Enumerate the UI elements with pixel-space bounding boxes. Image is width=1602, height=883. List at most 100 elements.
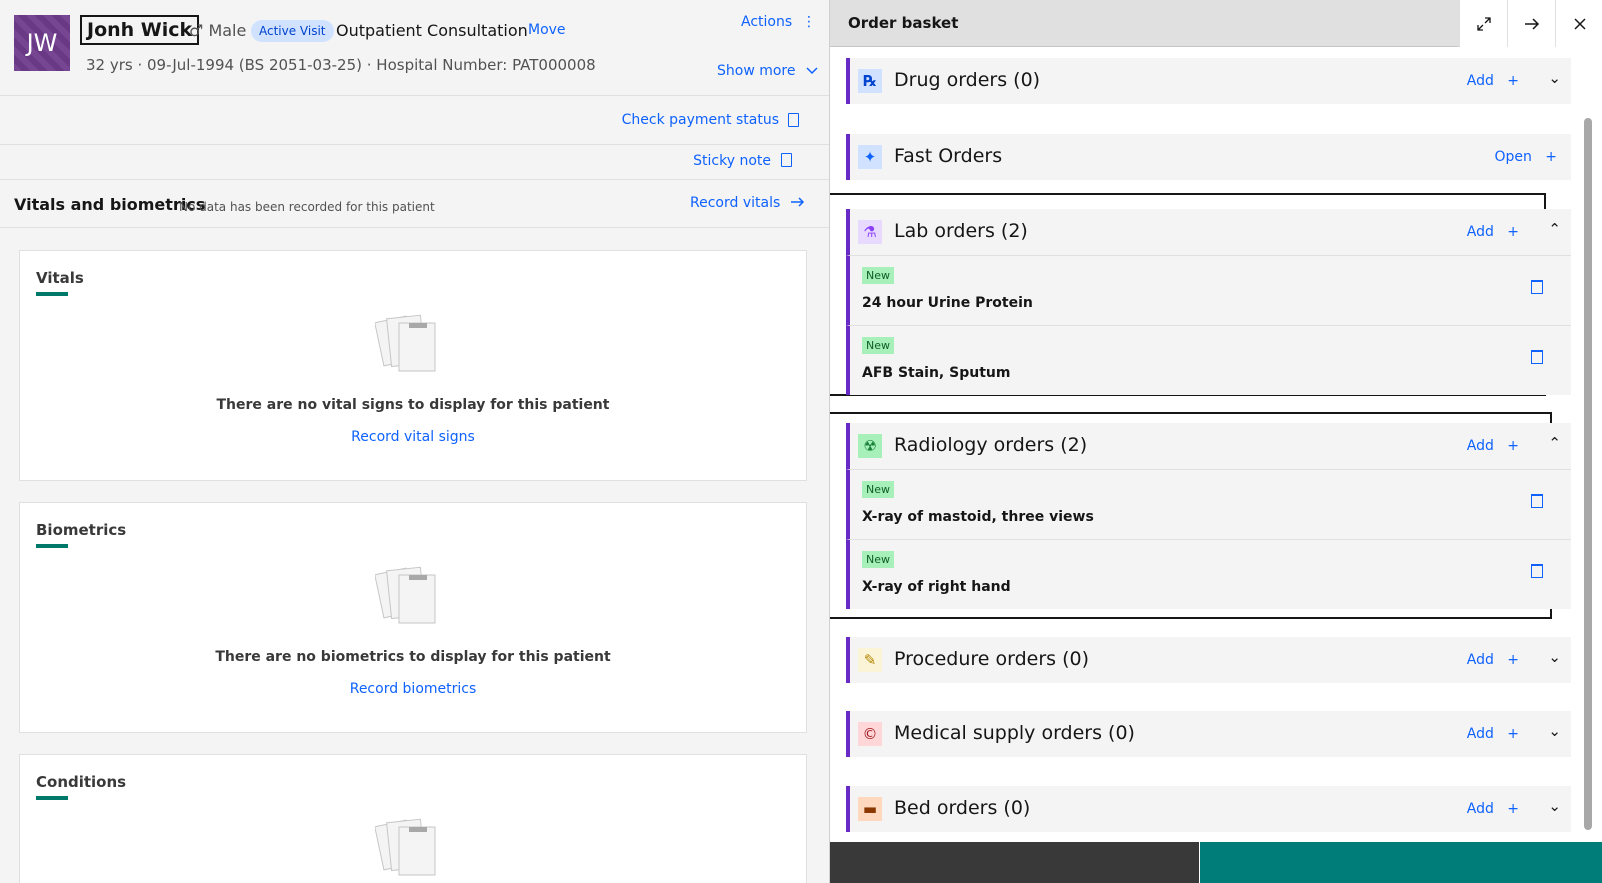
hide-panel-button[interactable] <box>1507 0 1555 47</box>
payment-row: Check payment status <box>0 96 829 145</box>
clipboard-empty-icon <box>375 818 436 876</box>
sticky-note-link[interactable]: Sticky note <box>693 153 771 169</box>
list-item[interactable]: New 24 hour Urine Protein <box>846 255 1571 325</box>
chevron-up-icon[interactable]: ⌃ <box>1548 220 1561 238</box>
overflow-menu-icon[interactable]: ⋮ <box>802 14 816 30</box>
patient-banner: JW Jonh Wick ♂ Male Active Visit Outpati… <box>0 0 829 96</box>
actions-button[interactable]: Actions <box>741 14 792 30</box>
move-link[interactable]: Move <box>528 22 566 38</box>
plus-icon: + <box>1507 726 1519 742</box>
scrollbar-thumb[interactable] <box>1584 118 1592 830</box>
radiology-orders-section[interactable]: ☢ Radiology orders (2) Add + ⌃ <box>846 423 1571 469</box>
order-basket-title: Order basket <box>848 14 959 32</box>
open-fast-orders-button[interactable]: Open + <box>1495 149 1558 165</box>
show-more-button[interactable]: Show more <box>717 63 818 79</box>
lab-orders-section[interactable]: ⚗ Lab orders (2) Add + ⌃ <box>846 209 1571 255</box>
sign-and-close-button[interactable] <box>1200 842 1602 883</box>
add-bed-order-button[interactable]: Add + <box>1467 801 1519 817</box>
open-label: Open <box>1494 149 1532 165</box>
add-radiology-order-button[interactable]: Add + <box>1467 438 1519 454</box>
chevron-down-icon[interactable]: ⌄ <box>1548 722 1561 740</box>
flask-icon: ⚗ <box>858 220 882 244</box>
receipt-icon[interactable] <box>788 113 799 127</box>
visit-type: Outpatient Consultation <box>336 21 528 40</box>
close-button[interactable] <box>1555 0 1602 47</box>
add-lab-order-button[interactable]: Add + <box>1467 224 1519 240</box>
title-underline <box>36 544 68 548</box>
vitals-header: Vitals and biometrics No data has been r… <box>0 180 829 228</box>
plus-icon: + <box>1507 224 1519 240</box>
chevron-down-icon[interactable]: ⌄ <box>1548 797 1561 815</box>
arrow-right-icon <box>1524 17 1539 30</box>
record-vital-signs-link[interactable]: Record vital signs <box>20 429 806 445</box>
rx-icon: ℞ <box>858 69 882 93</box>
bottle-icon: © <box>858 722 882 746</box>
new-badge: New <box>862 481 894 498</box>
patient-name[interactable]: Jonh Wick <box>80 15 200 45</box>
pin-icon: ✦ <box>858 145 882 169</box>
order-name: X-ray of mastoid, three views <box>862 509 1094 525</box>
section-title: Procedure orders (0) <box>894 648 1090 670</box>
vitals-header-title: Vitals and biometrics <box>14 195 206 214</box>
add-label: Add <box>1466 801 1494 817</box>
document-icon[interactable] <box>781 153 792 167</box>
vitals-card-title: Vitals <box>36 269 84 287</box>
add-label: Add <box>1466 726 1494 742</box>
gender-label: ♂ Male <box>189 21 246 40</box>
biometrics-empty-text: There are no biometrics to display for t… <box>215 649 611 665</box>
medical-supply-orders-section[interactable]: © Medical supply orders (0) Add + ⌄ <box>846 711 1571 757</box>
chevron-down-icon[interactable]: ⌄ <box>1548 648 1561 666</box>
trash-icon[interactable] <box>1531 494 1543 508</box>
add-drug-order-button[interactable]: Add + <box>1467 73 1519 89</box>
plus-icon: + <box>1507 73 1519 89</box>
cancel-button[interactable] <box>830 842 1199 883</box>
patient-demographics: 32 yrs · 09-Jul-1994 (BS 2051-03-25) · H… <box>86 56 596 74</box>
section-title: Medical supply orders (0) <box>894 722 1135 744</box>
chevron-down-icon[interactable]: ⌄ <box>1548 69 1561 87</box>
new-badge: New <box>862 337 894 354</box>
record-biometrics-link[interactable]: Record biometrics <box>20 681 806 697</box>
patient-chart-pane: JW Jonh Wick ♂ Male Active Visit Outpati… <box>0 0 829 883</box>
add-supply-order-button[interactable]: Add + <box>1467 726 1519 742</box>
drug-orders-section[interactable]: ℞ Drug orders (0) Add + ⌄ <box>846 58 1571 104</box>
add-procedure-order-button[interactable]: Add + <box>1467 652 1519 668</box>
maximize-icon <box>1476 16 1491 31</box>
fast-orders-section[interactable]: ✦ Fast Orders Open + <box>846 134 1571 180</box>
bed-icon: ▬ <box>858 797 882 821</box>
plus-icon: + <box>1507 438 1519 454</box>
biometrics-card-title: Biometrics <box>36 521 127 539</box>
chevron-up-icon[interactable]: ⌃ <box>1548 434 1561 452</box>
bed-orders-section[interactable]: ▬ Bed orders (0) Add + ⌄ <box>846 786 1571 832</box>
maximize-button[interactable] <box>1459 0 1507 47</box>
section-title: Lab orders (2) <box>894 220 1028 242</box>
record-vitals-link[interactable]: Record vitals <box>690 195 805 211</box>
procedure-orders-section[interactable]: ✎ Procedure orders (0) Add + ⌄ <box>846 637 1571 683</box>
section-title: Fast Orders <box>894 145 1003 167</box>
order-basket-header: Order basket <box>830 0 1602 47</box>
list-item[interactable]: New AFB Stain, Sputum <box>846 325 1571 395</box>
new-badge: New <box>862 551 894 568</box>
plus-icon: + <box>1507 652 1519 668</box>
section-title: Drug orders (0) <box>894 69 1041 91</box>
title-underline <box>36 796 68 800</box>
close-icon <box>1573 17 1586 30</box>
clipboard-empty-icon <box>375 314 436 372</box>
trash-icon[interactable] <box>1531 350 1543 364</box>
check-payment-status-link[interactable]: Check payment status <box>622 112 779 128</box>
gender-text: Male <box>208 21 247 40</box>
order-name: AFB Stain, Sputum <box>862 365 1011 381</box>
trash-icon[interactable] <box>1531 280 1543 294</box>
conditions-card: Conditions <box>19 754 807 883</box>
plus-icon: + <box>1507 801 1519 817</box>
trash-icon[interactable] <box>1531 564 1543 578</box>
syringe-icon: ✎ <box>858 648 882 672</box>
list-item[interactable]: New X-ray of mastoid, three views <box>846 469 1571 539</box>
show-more-label: Show more <box>717 63 796 79</box>
sticky-note-row: Sticky note <box>0 145 829 180</box>
section-title: Bed orders (0) <box>894 797 1031 819</box>
vitals-empty-text: There are no vital signs to display for … <box>216 397 610 413</box>
list-item[interactable]: New X-ray of right hand <box>846 539 1571 609</box>
add-label: Add <box>1466 652 1494 668</box>
section-title: Radiology orders (2) <box>894 434 1088 456</box>
new-badge: New <box>862 267 894 284</box>
